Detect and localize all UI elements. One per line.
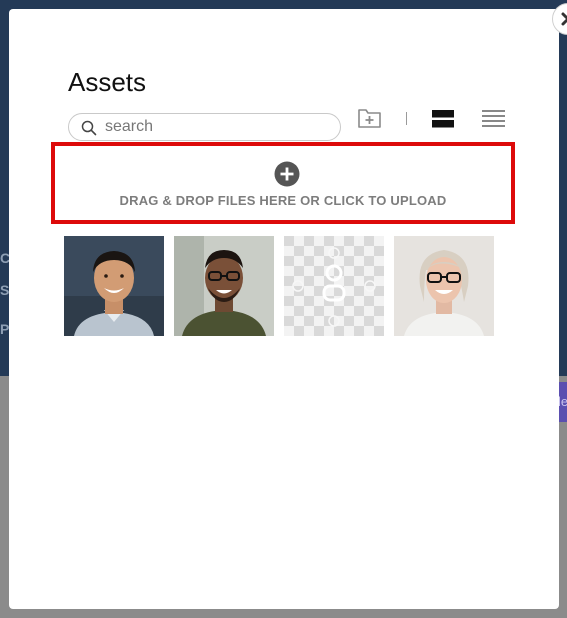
modal-title: Assets <box>68 67 147 97</box>
asset-thumbnail[interactable] <box>174 236 274 336</box>
portrait-image <box>174 236 274 336</box>
background-button-text: le <box>558 394 567 409</box>
search-box[interactable] <box>68 113 341 141</box>
assets-modal: Assets DRAG & DROP FILES HERE OR CLICK T… <box>9 3 567 609</box>
asset-thumbnail[interactable] <box>394 236 494 336</box>
search-input[interactable] <box>105 117 325 137</box>
add-folder-icon[interactable] <box>357 106 383 130</box>
portrait-image <box>394 236 494 336</box>
upload-dropzone[interactable]: DRAG & DROP FILES HERE OR CLICK TO UPLOA… <box>51 142 515 224</box>
grid-view-icon[interactable] <box>432 110 454 128</box>
transparent-image <box>284 236 384 336</box>
plus-circle-icon <box>274 161 300 187</box>
upload-label: DRAG & DROP FILES HERE OR CLICK TO UPLOA… <box>119 193 447 208</box>
portrait-image <box>64 236 164 336</box>
toolbar-divider <box>406 112 407 125</box>
search-icon <box>81 120 97 136</box>
list-view-icon[interactable] <box>482 110 505 128</box>
asset-thumbnail[interactable] <box>64 236 164 336</box>
asset-thumbnail[interactable] <box>284 236 384 336</box>
close-icon <box>561 12 567 26</box>
